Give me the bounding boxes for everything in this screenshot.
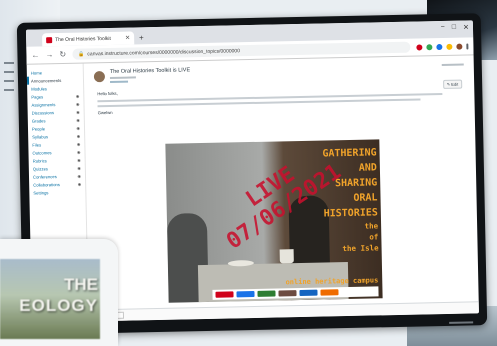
announcement-poster-image: GATHERING AND SHARING ORAL HISTORIES the… xyxy=(165,139,383,303)
profile-avatar-icon[interactable] xyxy=(456,43,463,50)
post-body: Hello folks, Gwelwn xyxy=(94,84,464,117)
close-window-button[interactable]: ✕ xyxy=(463,23,469,31)
eye-icon: ◉ xyxy=(77,181,82,187)
poster-word-isle: the Isle xyxy=(342,243,379,254)
menu-dots-icon[interactable] xyxy=(466,42,469,49)
new-tab-button[interactable]: + xyxy=(139,31,144,44)
post-title: The Oral Histories Toolkit is LIVE xyxy=(109,67,191,75)
eye-icon: ◉ xyxy=(77,165,81,171)
foreground-card: THE EOLOGY xyxy=(0,239,118,346)
tab-title: The Oral Histories Toolkit xyxy=(55,35,111,43)
edit-button[interactable]: ✎ Edit xyxy=(442,79,463,89)
lock-icon: 🔒 xyxy=(78,50,85,58)
reload-icon[interactable]: ↻ xyxy=(59,50,66,59)
eye-icon: ◉ xyxy=(76,125,81,131)
eye-icon: ◉ xyxy=(77,157,81,163)
partner-logo-icon xyxy=(215,291,234,298)
avatar[interactable] xyxy=(93,70,106,82)
extension-icons xyxy=(416,42,469,51)
foreground-photo: THE EOLOGY xyxy=(0,259,100,339)
eye-icon: ◉ xyxy=(76,133,81,139)
foreground-title-the: THE xyxy=(64,275,98,294)
partner-logo-icon xyxy=(278,290,297,297)
foreground-title-eology: EOLOGY xyxy=(19,296,98,315)
extension-blue-icon[interactable] xyxy=(436,43,443,50)
window-controls: − □ ✕ xyxy=(441,23,469,32)
poster-word-histories: HISTORIES xyxy=(323,207,378,220)
eye-icon: ◉ xyxy=(76,117,80,123)
canvas-favicon-icon xyxy=(46,36,53,43)
forward-arrow-icon[interactable]: → xyxy=(45,50,53,59)
eye-icon: ◉ xyxy=(75,101,80,107)
partner-logo-icon xyxy=(257,290,276,297)
poster-cup xyxy=(279,249,294,264)
eye-icon: ◉ xyxy=(76,141,81,147)
maximize-button[interactable]: □ xyxy=(452,24,456,32)
close-icon[interactable]: ✕ xyxy=(125,35,130,42)
partner-logo-icon xyxy=(320,289,339,296)
back-arrow-icon[interactable]: ← xyxy=(31,50,39,59)
browser-tab[interactable]: The Oral Histories Toolkit ✕ xyxy=(42,31,135,47)
background-text-lines xyxy=(4,62,16,98)
poster-word-the: the xyxy=(364,221,379,231)
announcement-main: The Oral Histories Toolkit is LIVE ✎ Edi… xyxy=(84,55,479,322)
eye-icon: ◉ xyxy=(75,93,80,99)
eye-icon: ◉ xyxy=(76,109,80,115)
eye-icon: ◉ xyxy=(76,149,81,155)
partner-logo-icon xyxy=(236,290,255,298)
partner-logo-icon xyxy=(299,289,318,297)
screen-footer-text xyxy=(449,319,474,325)
extension-yellow-icon[interactable] xyxy=(446,43,453,50)
post-header: The Oral Histories Toolkit is LIVE xyxy=(93,62,464,84)
url-text: canvas.instructure.com/courses/0000000/d… xyxy=(87,47,241,57)
minimize-button[interactable]: − xyxy=(441,24,445,32)
extension-green-icon[interactable] xyxy=(426,43,433,50)
post-author-line xyxy=(109,75,190,83)
course-nav-item-settings[interactable]: Settings xyxy=(29,187,85,196)
extension-red-icon[interactable] xyxy=(416,43,423,51)
eye-icon: ◉ xyxy=(77,173,82,179)
media-controls-bar xyxy=(88,301,479,322)
